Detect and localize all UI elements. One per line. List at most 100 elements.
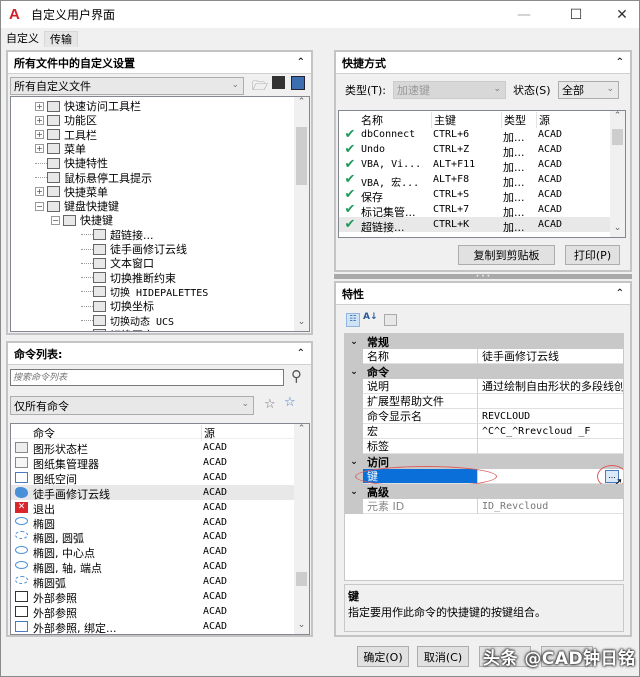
command-row[interactable]: 图纸空间 ACAD [11, 470, 294, 486]
scroll-down-icon[interactable]: ⌄ [610, 223, 625, 237]
chevron-down-icon[interactable]: ⌄ [345, 487, 363, 497]
tree-node[interactable]: − 快捷键 [51, 213, 113, 227]
column-header-source[interactable]: 源 [201, 425, 215, 441]
tree-node[interactable]: + 快速访问工具栏 [35, 99, 141, 113]
chevron-down-icon[interactable]: ⌄ [345, 337, 363, 347]
property-value[interactable]: ^C^C_^Rrevcloud _F [477, 424, 623, 439]
shortcut-row[interactable]: ✔ VBA, 宏... ALT+F8 加... ACAD [339, 172, 610, 189]
tree-node[interactable]: 切换推断约束 [81, 271, 176, 285]
tree-node[interactable]: + 工具栏 [35, 128, 97, 142]
command-row[interactable]: 图形状态栏 ACAD [11, 440, 294, 456]
column-header-type[interactable]: 类型 [501, 112, 526, 128]
close-button[interactable]: ✕ [599, 1, 640, 28]
expand-icon[interactable]: + [35, 187, 44, 197]
scroll-up-icon[interactable]: ⌃ [294, 424, 309, 438]
command-row[interactable]: 外部参照, 绑定... ACAD [11, 619, 294, 634]
shortcut-row[interactable]: ✔ 保存 CTRL+S 加... ACAD [339, 187, 610, 204]
collapse-icon[interactable]: ⌃ [297, 348, 305, 359]
command-row[interactable]: 徒手画修订云线 ACAD [11, 484, 294, 501]
command-row[interactable]: 椭圆 ACAD [11, 515, 294, 531]
property-value[interactable] [477, 394, 623, 409]
shortcut-row[interactable]: ✔ dbConnect CTRL+6 加... ACAD [339, 127, 610, 144]
expand-icon[interactable]: + [35, 144, 44, 154]
property-name[interactable]: 扩展型帮助文件 [363, 394, 477, 409]
column-header-name[interactable]: 名称 [361, 112, 383, 128]
property-value[interactable]: REVCLOUD [477, 409, 623, 424]
scroll-thumb[interactable] [612, 129, 623, 145]
print-button[interactable]: 打印(P) [565, 245, 620, 265]
cancel-button[interactable]: 取消(C) [417, 646, 469, 667]
expand-icon[interactable]: + [35, 115, 44, 125]
file-combo[interactable]: 所有自定义文件 ⌄ [10, 77, 244, 95]
command-row[interactable]: 椭圆, 中心点 ACAD [11, 544, 294, 560]
column-header-command[interactable]: 命令 [33, 425, 55, 441]
minimize-button[interactable]: — [501, 1, 547, 28]
property-value[interactable] [477, 439, 623, 454]
status-combo[interactable]: 全部 ⌄ [558, 81, 619, 99]
tree-node[interactable]: + 功能区 [35, 113, 97, 127]
command-filter-combo[interactable]: 仅所有命令 ⌄ [10, 396, 254, 415]
find-command-icon[interactable]: ☆ [264, 397, 276, 412]
command-list[interactable]: 命令 源 图形状态栏 ACAD 图纸集管理器 ACAD 图纸空间 ACAD 徒手画修订云线 A… [10, 423, 310, 635]
expand-icon[interactable]: + [35, 130, 44, 140]
command-row[interactable]: 椭圆弧 ACAD [11, 574, 294, 590]
tree-node[interactable]: 超链接... [81, 228, 154, 242]
scroll-down-icon[interactable]: ⌄ [294, 317, 309, 331]
property-value[interactable]: 通过绘制自由形状的多段线创建 [477, 379, 623, 394]
tab-customize[interactable]: 自定义 [1, 31, 44, 47]
tree-node[interactable]: 切换坐标 [81, 299, 154, 313]
tree-node[interactable]: 快捷特性 [35, 156, 108, 170]
shortcut-row[interactable]: ✔ 标记集管... CTRL+7 加... ACAD [339, 202, 610, 219]
property-name[interactable]: 命令显示名 [363, 409, 477, 424]
command-row[interactable]: 椭圆, 轴, 端点 ACAD [11, 559, 294, 575]
tree-node[interactable]: 鼠标悬停工具提示 [35, 171, 152, 185]
partial-customization-icon[interactable] [291, 76, 305, 90]
alphabetical-sort-icon[interactable]: A↓ [363, 312, 378, 322]
property-category[interactable]: ⌄ 常规 [345, 334, 623, 349]
command-row[interactable]: 图纸集管理器 ACAD [11, 455, 294, 471]
command-list-scrollbar[interactable]: ⌃ ⌄ [294, 424, 309, 634]
property-name[interactable]: 说明 [363, 379, 477, 394]
command-row[interactable]: 椭圆, 圆弧 ACAD [11, 529, 294, 545]
property-name[interactable]: 标签 [363, 439, 477, 454]
property-name[interactable]: 名称 [363, 349, 477, 364]
categorized-icon[interactable]: ☷ [346, 313, 360, 327]
search-command-input[interactable] [10, 369, 284, 386]
scroll-thumb[interactable] [296, 572, 307, 586]
shortcuts-scrollbar[interactable]: ⌃ ⌄ [610, 111, 625, 237]
chevron-down-icon[interactable]: ⌄ [345, 457, 363, 467]
tree-node[interactable]: − 键盘快捷键 [35, 199, 119, 213]
tree-node[interactable]: 文本窗口 [81, 256, 154, 270]
tree-node[interactable]: 切换 HIDEPALETTES [81, 285, 208, 299]
tree-node[interactable]: 切换正交 [81, 328, 154, 331]
command-row[interactable]: 外部参照 ACAD [11, 589, 294, 605]
collapse-icon[interactable]: ⌃ [616, 288, 624, 299]
collapse-icon[interactable]: ⌃ [297, 57, 305, 68]
collapse-icon[interactable]: ⌃ [616, 57, 624, 68]
shortcut-row[interactable]: ✔ 超链接... CTRL+K 加... ACAD [339, 217, 610, 234]
maximize-button[interactable]: ☐ [553, 1, 599, 28]
command-row[interactable]: 外部参照 ACAD [11, 604, 294, 620]
collapse-node-icon[interactable]: − [35, 201, 44, 211]
command-row[interactable]: ✕ 退出 ACAD [11, 500, 294, 516]
tab-transfer[interactable]: 传输 [44, 31, 78, 47]
save-icon[interactable] [272, 76, 285, 89]
copy-to-clipboard-button[interactable]: 复制到剪贴板 [458, 245, 555, 265]
scroll-up-icon[interactable]: ⌃ [610, 111, 625, 125]
panel-splitter[interactable]: • • • [334, 274, 632, 280]
scroll-thumb[interactable] [296, 127, 307, 185]
customizations-tree[interactable]: + 快速访问工具栏 + 功能区 + 工具栏 + 菜单 快捷特性 鼠标悬停工具提示 + 快捷菜单 − 键盘快… [10, 96, 310, 332]
tree-node[interactable]: + 菜单 [35, 142, 86, 156]
expand-icon[interactable]: + [35, 101, 44, 111]
tree-node[interactable]: 切换动态 UCS [81, 314, 174, 328]
scroll-down-icon[interactable]: ⌄ [294, 620, 309, 634]
property-category[interactable]: ⌄ 高级 [345, 484, 623, 499]
property-grid[interactable]: ⌄ 常规 名称 徒手画修订云线 ⌄ 命令 说明 通过绘制自由形状的多段线创建 扩展型帮助文件 命令… [344, 333, 624, 581]
shortcut-row[interactable]: ✔ VBA, Vi... ALT+F11 加... ACAD [339, 157, 610, 174]
tree-node[interactable]: 徒手画修订云线 [81, 242, 187, 256]
shortcuts-table[interactable]: 名称 主键 类型 源 ✔ dbConnect CTRL+6 加... ACAD ✔ Undo… [338, 110, 626, 238]
new-command-icon[interactable]: ☆ [284, 395, 296, 410]
property-name[interactable]: 宏 [363, 424, 477, 439]
ok-button[interactable]: 确定(O) [357, 646, 409, 667]
collapse-node-icon[interactable]: − [51, 215, 60, 225]
